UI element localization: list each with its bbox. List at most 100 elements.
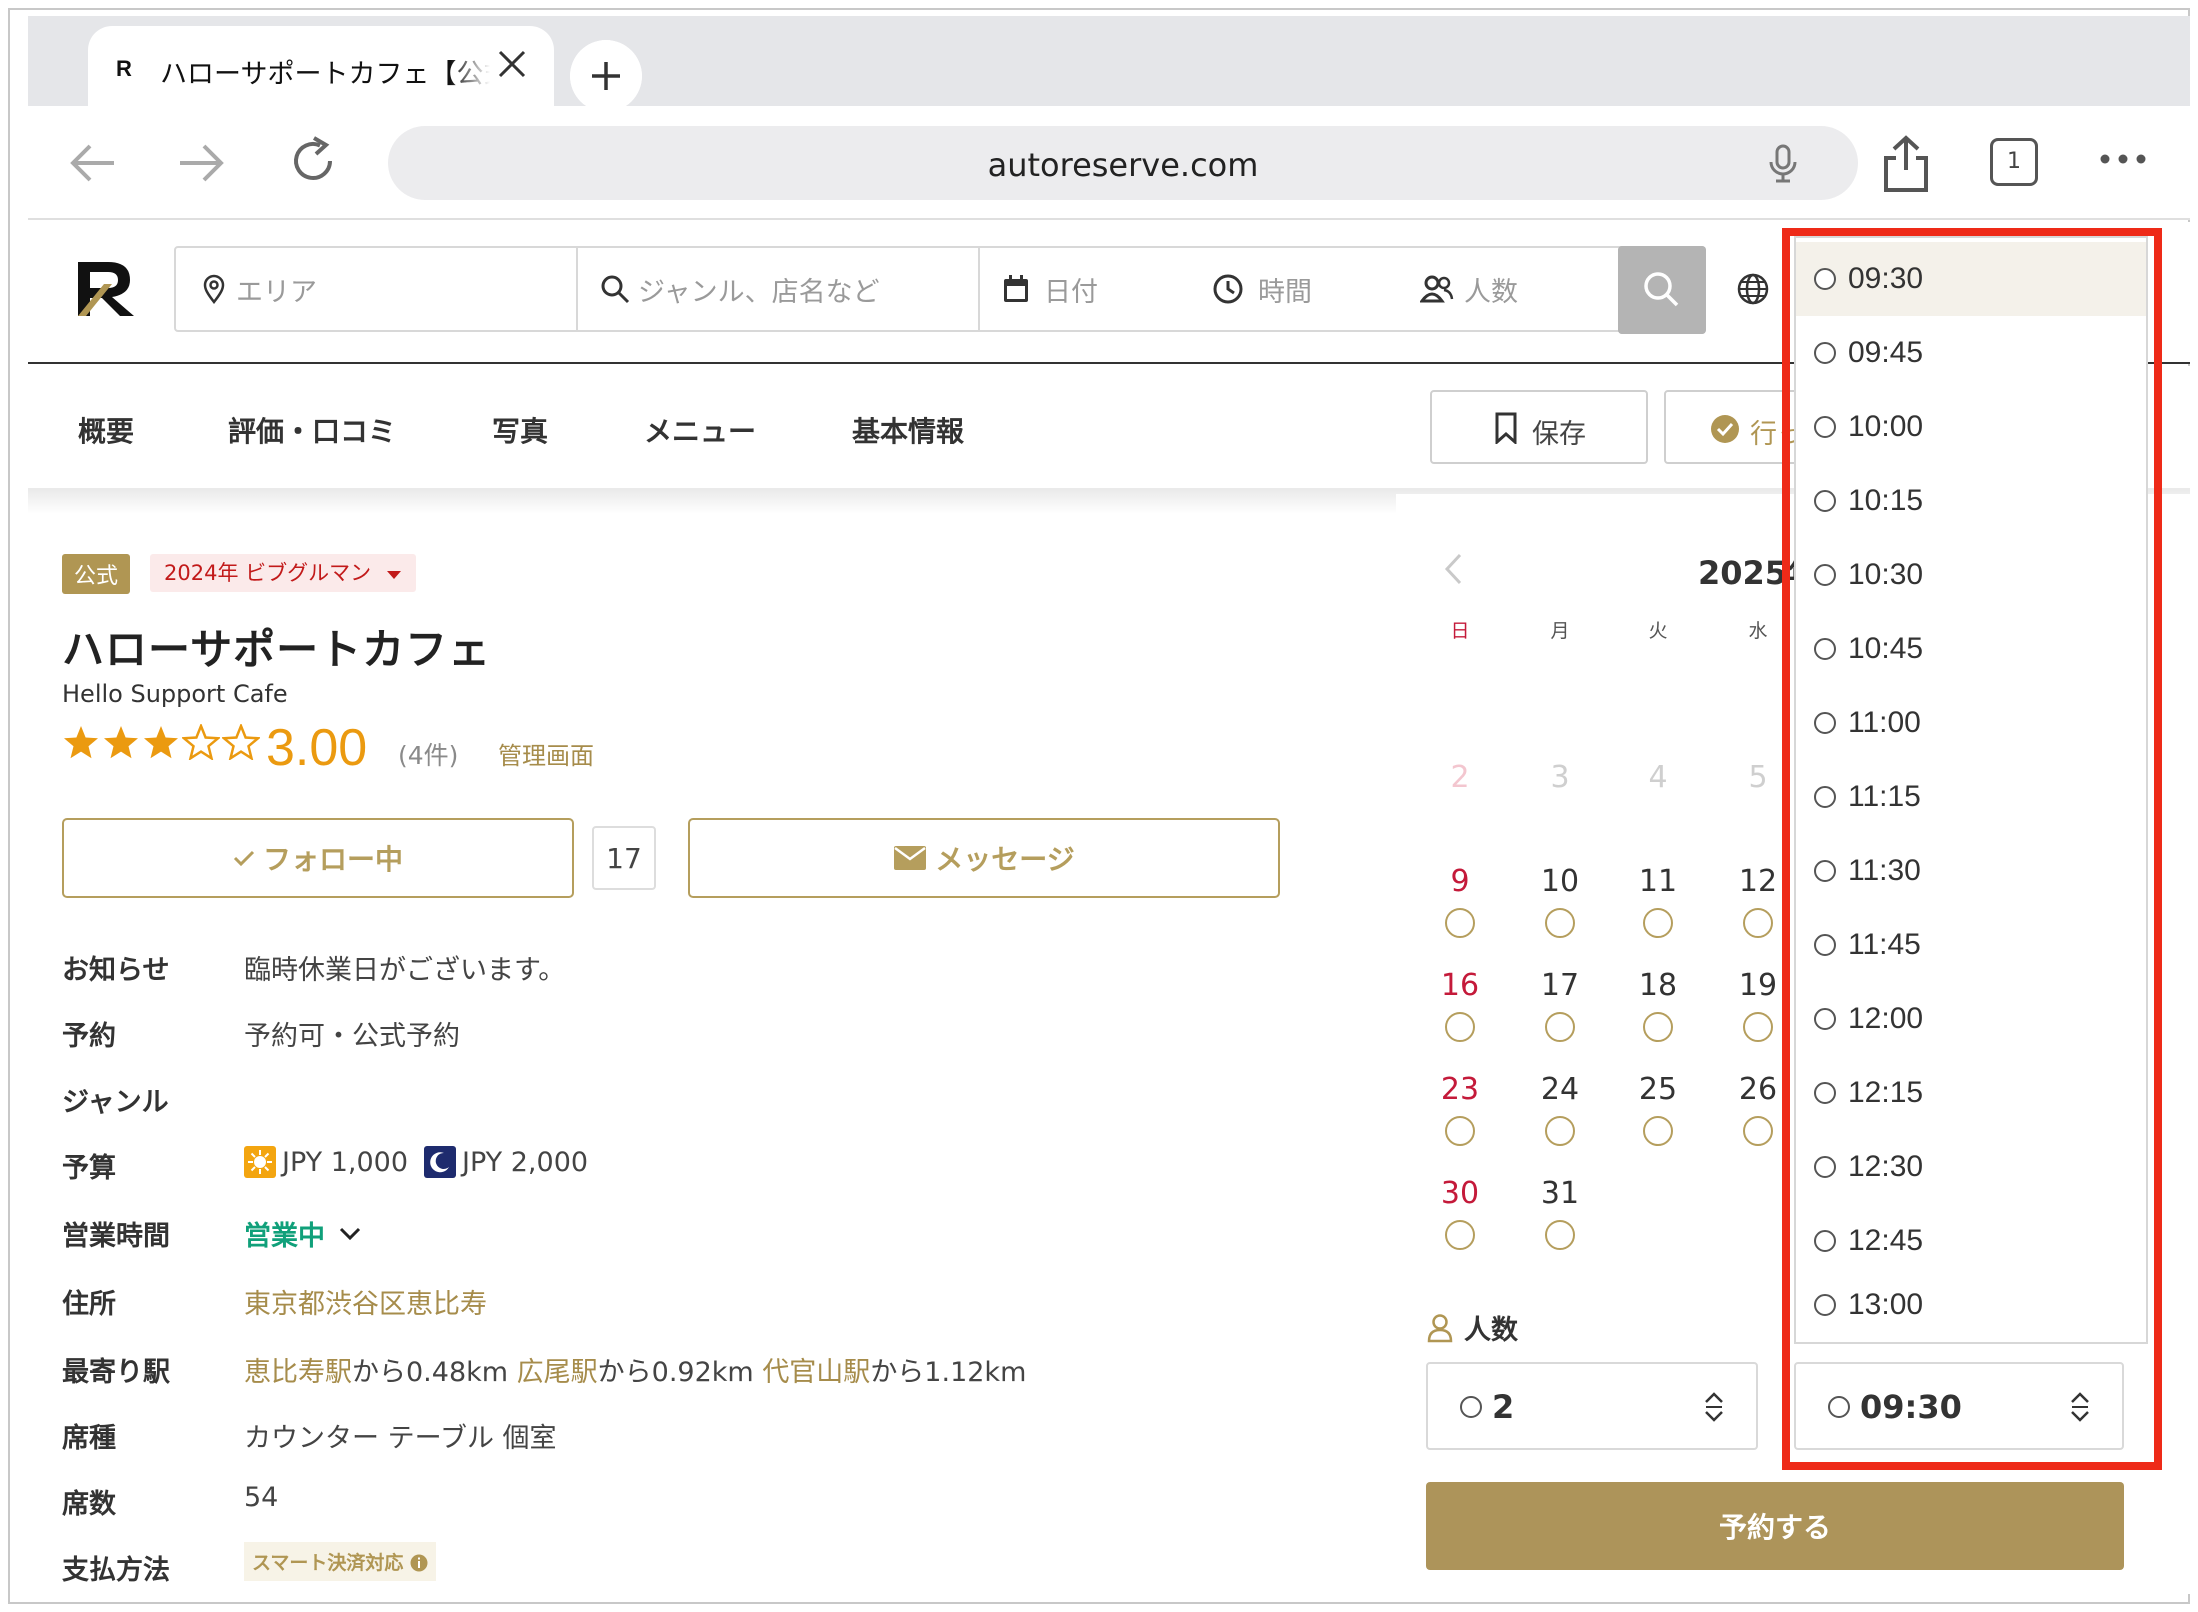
info-icon[interactable] — [410, 1554, 428, 1572]
calendar-day[interactable]: 30 — [1420, 1176, 1500, 1211]
calendar-day[interactable]: 23 — [1420, 1072, 1500, 1107]
station-link-daikanyama[interactable]: 代官山駅 — [762, 1357, 870, 1388]
station-distance: から0.92km — [597, 1357, 754, 1388]
tab-overview[interactable]: 概要 — [78, 410, 134, 450]
follower-count: 17 — [592, 826, 656, 890]
reload-icon[interactable] — [286, 134, 340, 188]
shop-name-english: Hello Support Cafe — [62, 680, 288, 708]
weekday-sun: 日 — [1450, 620, 1470, 642]
budget-value: JPY 1,000 JPY 2,000 — [244, 1146, 588, 1178]
rating-score: 3.00 — [266, 719, 368, 777]
availability-circle[interactable] — [1445, 1012, 1475, 1042]
browser-tab-bar: R ハローサポートカフェ【公式】 — [28, 16, 2190, 112]
shop-info-panel: 公式 2024年 ビブグルマン ハローサポートカフェ Hello Support… — [28, 524, 1284, 1600]
calendar-day[interactable]: 16 — [1420, 968, 1500, 1003]
availability-circle[interactable] — [1445, 908, 1475, 938]
area-field[interactable]: エリア — [202, 248, 317, 330]
autoreserve-logo-icon[interactable] — [74, 258, 138, 318]
availability-circle[interactable] — [1545, 1220, 1575, 1250]
moon-icon — [424, 1146, 457, 1178]
tab-photos[interactable]: 写真 — [492, 410, 548, 450]
calendar-day[interactable]: 11 — [1618, 864, 1698, 899]
calendar-icon — [1004, 275, 1028, 302]
url-text: autoreserve.com — [987, 146, 1259, 184]
save-label: 保存 — [1532, 419, 1586, 450]
search-button[interactable] — [1618, 246, 1706, 334]
rating-stars — [62, 724, 260, 760]
tab-count-button[interactable]: 1 — [1990, 138, 2038, 186]
party-size-label: 人数 — [1464, 1315, 1518, 1346]
more-icon[interactable] — [2098, 152, 2148, 166]
address-bar[interactable]: autoreserve.com — [388, 126, 1858, 200]
availability-circle[interactable] — [1643, 908, 1673, 938]
award-badge[interactable]: 2024年 ビブグルマン — [150, 554, 416, 592]
official-badge: 公式 — [62, 554, 131, 594]
station-label: 最寄り駅 — [62, 1357, 170, 1388]
time-placeholder: 時間 — [1258, 276, 1312, 308]
star-empty-icon — [222, 724, 260, 760]
genre-field[interactable]: ジャンル、店名など — [600, 248, 880, 330]
globe-icon[interactable] — [1736, 272, 1770, 306]
calendar-day[interactable]: 25 — [1618, 1072, 1698, 1107]
checkmark-icon — [233, 850, 255, 867]
reservation-value: 予約可・公式予約 — [244, 1021, 460, 1052]
clock-icon — [1213, 274, 1243, 304]
address-link[interactable]: 東京都渋谷区恵比寿 — [244, 1282, 487, 1321]
payment-text: スマート決済対応 — [252, 1552, 404, 1574]
calendar-day[interactable]: 10 — [1520, 864, 1600, 899]
notice-label: お知らせ — [62, 955, 170, 986]
station-distance: から1.12km — [870, 1357, 1027, 1388]
reserve-button[interactable]: 予約する — [1426, 1482, 2124, 1570]
party-size-select[interactable]: 2 — [1426, 1362, 1758, 1450]
availability-circle[interactable] — [1545, 1012, 1575, 1042]
star-empty-icon — [182, 724, 220, 760]
date-placeholder: 日付 — [1044, 276, 1098, 308]
calendar-day[interactable]: 18 — [1618, 968, 1698, 1003]
calendar-day[interactable]: 24 — [1520, 1072, 1600, 1107]
annotation-highlight-box — [1782, 228, 2162, 1470]
back-icon[interactable] — [68, 140, 118, 186]
calendar-day: 3 — [1550, 760, 1570, 795]
close-tab-icon[interactable] — [492, 44, 532, 84]
admin-link[interactable]: 管理画面 — [498, 736, 594, 771]
availability-circle[interactable] — [1643, 1116, 1673, 1146]
weekday-wed: 水 — [1748, 620, 1768, 642]
forward-icon[interactable] — [176, 140, 226, 186]
weekday-mon: 月 — [1550, 620, 1570, 642]
calendar-day[interactable]: 31 — [1520, 1176, 1600, 1211]
share-icon[interactable] — [1878, 134, 1934, 194]
review-count[interactable]: (4件) — [398, 736, 458, 772]
availability-circle[interactable] — [1743, 908, 1773, 938]
calendar-day[interactable]: 9 — [1420, 864, 1500, 899]
people-field[interactable]: 人数 — [1420, 248, 1518, 330]
browser-tab[interactable]: R ハローサポートカフェ【公式】 — [88, 26, 554, 106]
tab-basic-info[interactable]: 基本情報 — [852, 410, 964, 450]
station-list: 恵比寿駅から0.48km 広尾駅から0.92km 代官山駅から1.12km — [244, 1350, 1026, 1389]
people-placeholder: 人数 — [1464, 276, 1518, 308]
station-link-ebisu[interactable]: 恵比寿駅 — [244, 1357, 352, 1388]
availability-circle[interactable] — [1445, 1220, 1475, 1250]
availability-circle[interactable] — [1445, 1116, 1475, 1146]
date-field[interactable]: 日付 — [1002, 248, 1098, 330]
time-field[interactable]: 時間 — [1212, 248, 1312, 330]
availability-circle[interactable] — [1643, 1012, 1673, 1042]
star-filled-icon — [144, 726, 178, 759]
save-button[interactable]: 保存 — [1430, 390, 1648, 464]
availability-circle[interactable] — [1743, 1116, 1773, 1146]
availability-circle[interactable] — [1545, 908, 1575, 938]
shop-name: ハローサポートカフェ — [62, 625, 492, 674]
tab-reviews[interactable]: 評価・口コミ — [228, 410, 396, 450]
microphone-icon[interactable] — [1768, 144, 1798, 184]
station-link-hiroo[interactable]: 広尾駅 — [517, 1357, 598, 1388]
person-icon — [1427, 1313, 1453, 1342]
hours-toggle[interactable]: 営業中 — [244, 1214, 361, 1253]
chevron-left-icon[interactable] — [1442, 552, 1464, 586]
new-tab-button[interactable] — [570, 40, 642, 112]
availability-circle[interactable] — [1545, 1116, 1575, 1146]
follow-button[interactable]: フォロー中 — [62, 818, 574, 898]
tab-menu[interactable]: メニュー — [644, 410, 756, 450]
message-button[interactable]: メッセージ — [688, 818, 1280, 898]
availability-circle[interactable] — [1743, 1012, 1773, 1042]
calendar-day[interactable]: 17 — [1520, 968, 1600, 1003]
genre-label: ジャンル — [62, 1087, 169, 1118]
